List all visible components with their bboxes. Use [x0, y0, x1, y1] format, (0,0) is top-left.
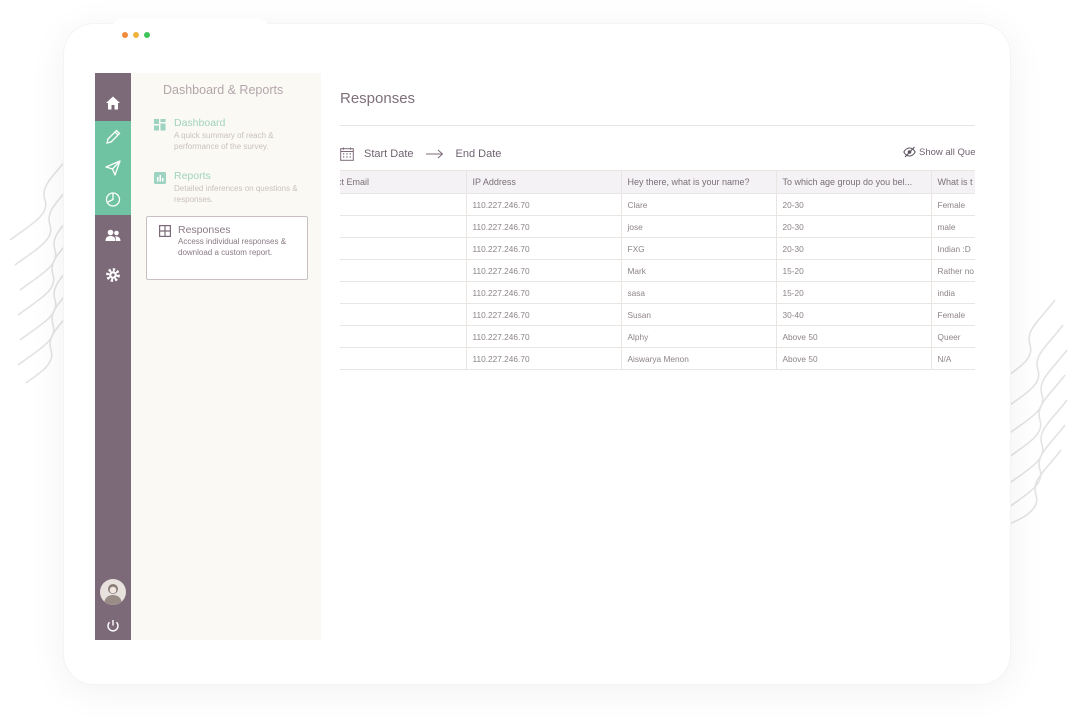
- table-cell: [340, 259, 467, 282]
- table-cell: 110.227.246.70: [466, 347, 622, 370]
- table-cell: 110.227.246.70: [466, 215, 622, 238]
- reports-clock-icon[interactable]: [104, 190, 122, 208]
- dashboard-desc: A quick summary of reach & performance o…: [174, 131, 274, 151]
- table-cell: Aiswarya Menon: [621, 347, 777, 370]
- table-cell: Female: [931, 193, 975, 216]
- pencil-icon[interactable]: [104, 128, 122, 146]
- table-row[interactable]: 110.227.246.70 Susan 30-40 Female: [340, 303, 975, 326]
- responses-label: Responses: [178, 224, 231, 236]
- table-cell: india: [931, 281, 975, 304]
- table-cell: jose: [621, 215, 777, 238]
- responses-table: act Email IP Address Hey there, what is …: [340, 170, 975, 370]
- bar-chart-icon: [154, 172, 166, 184]
- table-row[interactable]: 110.227.246.70 Clare 20-30 Female: [340, 193, 975, 216]
- window-controls: [122, 32, 150, 38]
- table-cell: sasa: [621, 281, 777, 304]
- table-cell: Alphy: [621, 325, 777, 348]
- table-cell: Above 50: [776, 325, 932, 348]
- reports-desc: Detailed inferences on questions & respo…: [174, 184, 298, 204]
- app-window: Dashboard & Reports Dashboard A quick su…: [95, 73, 975, 640]
- table-cell: 110.227.246.70: [466, 237, 622, 260]
- table-cell: male: [931, 215, 975, 238]
- table-cell: Indian :D: [931, 237, 975, 260]
- table-cell: 30-40: [776, 303, 932, 326]
- table-cell: 110.227.246.70: [466, 259, 622, 282]
- table-cell: 20-30: [776, 237, 932, 260]
- table-cell: 110.227.246.70: [466, 325, 622, 348]
- table-cell: [340, 193, 467, 216]
- table-row[interactable]: 110.227.246.70 sasa 15-20 india: [340, 281, 975, 304]
- send-icon[interactable]: [104, 159, 122, 177]
- table-cell: [340, 303, 467, 326]
- table-cell: Rather no: [931, 259, 975, 282]
- column-header[interactable]: act Email: [340, 170, 467, 194]
- table-cell: [340, 281, 467, 304]
- start-date[interactable]: Start Date: [364, 148, 414, 160]
- minimize-dot[interactable]: [133, 32, 139, 38]
- table-cell: Above 50: [776, 347, 932, 370]
- user-avatar[interactable]: [100, 579, 126, 605]
- submenu-item-reports[interactable]: Reports Detailed inferences on questions…: [151, 170, 301, 206]
- submenu-item-dashboard[interactable]: Dashboard A quick summary of reach & per…: [151, 117, 301, 153]
- table-cell: Susan: [621, 303, 777, 326]
- arrow-right-icon: [425, 149, 443, 159]
- table-cell: [340, 215, 467, 238]
- table-cell: [340, 325, 467, 348]
- home-icon[interactable]: [104, 94, 122, 112]
- power-icon[interactable]: [104, 617, 122, 635]
- submenu-title: Dashboard & Reports: [163, 83, 284, 97]
- submenu-item-responses[interactable]: Responses Access individual responses & …: [146, 216, 308, 280]
- secondary-sidebar: Dashboard & Reports Dashboard A quick su…: [131, 73, 321, 640]
- dashboard-grid-icon: [154, 119, 166, 131]
- users-icon[interactable]: [104, 226, 122, 244]
- calendar-icon: [340, 147, 354, 161]
- date-range-picker[interactable]: Start Date End Date: [340, 146, 501, 162]
- table-cell: 15-20: [776, 259, 932, 282]
- main-content: Responses Start Date End Date Show all Q…: [340, 73, 975, 640]
- reports-label: Reports: [174, 170, 211, 182]
- table-cell: 110.227.246.70: [466, 281, 622, 304]
- table-row[interactable]: 110.227.246.70 Alphy Above 50 Queer: [340, 325, 975, 348]
- table-cell: 110.227.246.70: [466, 303, 622, 326]
- table-cell: [340, 347, 467, 370]
- column-header[interactable]: To which age group do you bel...: [776, 170, 932, 194]
- table-cell: 20-30: [776, 215, 932, 238]
- table-row[interactable]: 110.227.246.70 Mark 15-20 Rather no: [340, 259, 975, 282]
- table-cell: 15-20: [776, 281, 932, 304]
- dashboard-label: Dashboard: [174, 117, 226, 129]
- column-header[interactable]: What is t: [931, 170, 975, 194]
- table-row[interactable]: 110.227.246.70 FXG 20-30 Indian :D: [340, 237, 975, 260]
- close-dot[interactable]: [122, 32, 128, 38]
- table-cell: 20-30: [776, 193, 932, 216]
- table-header-row: act Email IP Address Hey there, what is …: [340, 170, 975, 194]
- maximize-dot[interactable]: [144, 32, 150, 38]
- eye-slash-icon: [903, 146, 916, 158]
- table-grid-icon: [159, 225, 171, 237]
- table-row[interactable]: 110.227.246.70 Aiswarya Menon Above 50 N/A: [340, 347, 975, 370]
- show-all-label: Show all Que: [919, 146, 975, 158]
- column-header[interactable]: IP Address: [466, 170, 622, 194]
- table-cell: Clare: [621, 193, 777, 216]
- table-cell: FXG: [621, 237, 777, 260]
- table-cell: 110.227.246.70: [466, 193, 622, 216]
- page-title: Responses: [340, 90, 416, 107]
- responses-desc: Access individual responses & download a…: [178, 237, 287, 257]
- table-cell: Female: [931, 303, 975, 326]
- end-date[interactable]: End Date: [456, 148, 502, 160]
- table-cell: [340, 237, 467, 260]
- table-row[interactable]: 110.227.246.70 jose 20-30 male: [340, 215, 975, 238]
- primary-sidebar: [95, 73, 131, 640]
- show-all-questions-toggle[interactable]: Show all Que: [903, 146, 975, 158]
- table-cell: N/A: [931, 347, 975, 370]
- gear-icon[interactable]: [104, 266, 122, 284]
- title-divider: [340, 125, 975, 126]
- table-cell: Queer: [931, 325, 975, 348]
- table-cell: Mark: [621, 259, 777, 282]
- column-header[interactable]: Hey there, what is your name?: [621, 170, 777, 194]
